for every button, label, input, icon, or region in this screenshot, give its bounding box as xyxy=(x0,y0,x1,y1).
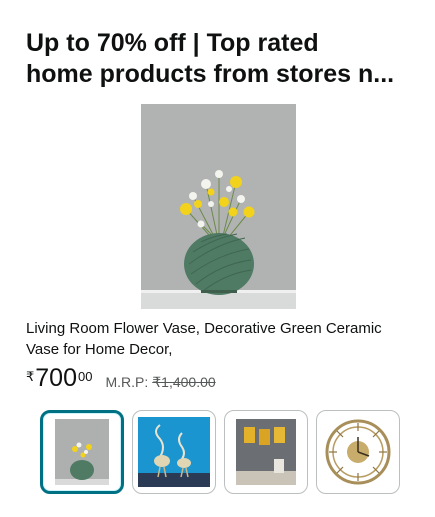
price-whole: 700 xyxy=(35,364,77,392)
deal-title-line-2: home products from stores n... xyxy=(26,60,395,88)
thumbnail-wall-frames[interactable] xyxy=(224,410,308,494)
currency-symbol: ₹ xyxy=(26,369,35,384)
wall-clock-thumbnail-icon xyxy=(323,417,393,487)
crane-figurines-thumbnail-icon xyxy=(138,417,210,487)
deal-title-line-1: Up to 70% off | Top rated xyxy=(26,29,319,57)
product-description-line-1: Living Room Flower Vase, Decorative Gree… xyxy=(26,320,382,337)
thumbnail-crane-figurines[interactable] xyxy=(132,410,216,494)
product-description[interactable]: Living Room Flower Vase, Decorative Gree… xyxy=(26,318,421,360)
deal-title[interactable]: Up to 70% off | Top rated home products … xyxy=(26,28,421,90)
thumbnail-vase[interactable] xyxy=(40,410,124,494)
mrp-label: M.R.P: xyxy=(105,374,149,390)
product-description-line-2: Vase for Home Decor, xyxy=(26,341,173,358)
deal-card: Up to 70% off | Top rated home products … xyxy=(0,0,435,517)
product-main-image[interactable] xyxy=(141,104,296,309)
thumbnail-strip xyxy=(40,410,400,494)
vase-with-flowers-image xyxy=(141,104,296,309)
mrp-value: ₹1,400.00 xyxy=(152,374,216,390)
thumbnail-wall-clock[interactable] xyxy=(316,410,400,494)
price-row: ₹ 700 00 M.R.P: ₹1,400.00 xyxy=(26,364,216,396)
wall-frames-thumbnail-icon xyxy=(236,419,296,485)
vase-thumbnail-icon xyxy=(55,419,109,485)
price-fraction: 00 xyxy=(78,369,93,384)
